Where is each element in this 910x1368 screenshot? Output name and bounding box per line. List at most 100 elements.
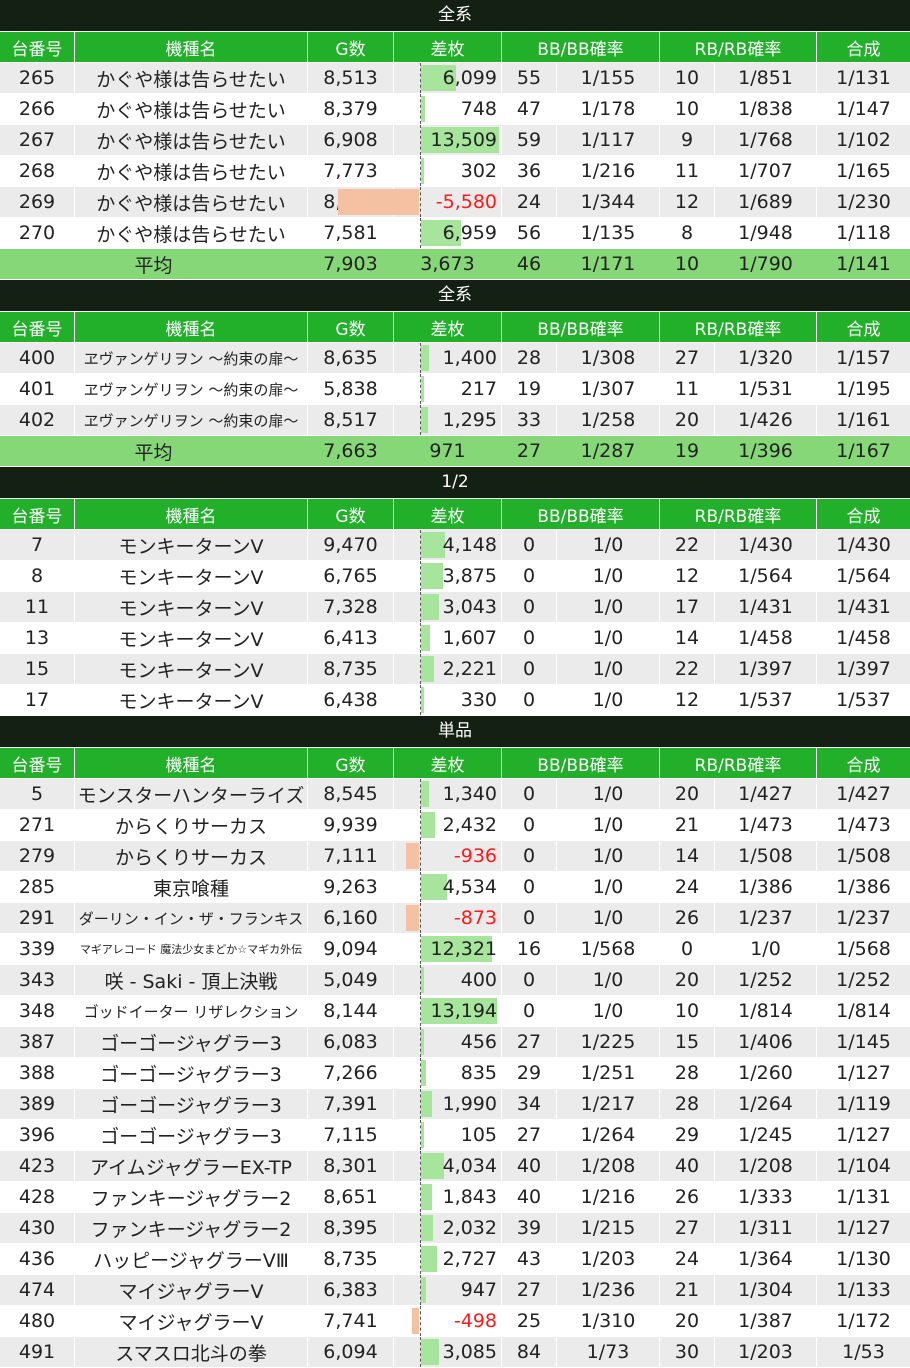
header-bb: BB/BB確率: [502, 748, 660, 778]
game-count-cell: 6,765: [308, 561, 394, 591]
average-row: 平均 7,663 971 27 1/287 19 1/396 1/167: [0, 436, 910, 467]
game-count-cell: 8,513: [308, 63, 394, 93]
coin-difference-cell: 4,534: [394, 872, 502, 902]
bb-count-cell: 34: [502, 1089, 557, 1119]
rb-count-cell: 29: [660, 1120, 715, 1150]
average-diff: 3,673: [394, 249, 502, 279]
bb-probability-cell: 1/0: [557, 530, 660, 560]
average-bb: 46: [502, 249, 557, 279]
machine-number-cell: 5: [0, 779, 75, 809]
header-game-count: G数: [308, 499, 394, 529]
combined-probability-cell: 1/252: [836, 969, 891, 991]
coin-difference-cell: 1,295: [394, 405, 502, 435]
combined-probability-cell: 1/102: [836, 129, 891, 151]
rb-count-cell: 21: [660, 810, 715, 840]
machine-name-cell: ゴーゴージャグラー3: [75, 1120, 308, 1150]
machine-number-cell: 491: [0, 1337, 75, 1367]
coin-difference-cell: 2,432: [394, 810, 502, 840]
machine-number-cell: 474: [0, 1275, 75, 1305]
machine-name-text: ファンキージャグラー2: [90, 1187, 292, 1210]
bb-count-cell: 59: [502, 125, 557, 155]
machine-name-cell: かぐや様は告らせたい: [75, 94, 308, 124]
game-count-cell: 7,266: [308, 1058, 394, 1088]
zero-line: [420, 1306, 421, 1336]
diff-value: 302: [460, 160, 497, 182]
average-bb: 27: [502, 436, 557, 466]
coin-difference-cell: 1,340: [394, 779, 502, 809]
diff-value: 4,034: [442, 1155, 497, 1177]
header-bb: BB/BB確率: [502, 32, 660, 62]
bb-count-cell: 0: [502, 685, 557, 715]
bb-count-cell: 0: [502, 592, 557, 622]
machine-name-cell: モンキーターンV: [75, 592, 308, 622]
average-rbp: 1/396: [715, 436, 817, 466]
header-combined: 合成: [846, 319, 881, 340]
header-machine-number: 台番号: [0, 499, 75, 529]
machine-name-cell: モンキーターンV: [75, 685, 308, 715]
rb-count-cell: 10: [660, 94, 715, 124]
average-diff: 971: [394, 436, 502, 466]
diff-bar: [421, 656, 434, 682]
machine-name-cell: ファンキージャグラー2: [75, 1213, 308, 1243]
diff-bar: [421, 345, 430, 371]
diff-value: 1,400: [442, 347, 497, 369]
machine-number-cell: 267: [0, 125, 75, 155]
game-count-cell: 7,581: [308, 218, 394, 248]
coin-difference-cell: 748: [394, 94, 502, 124]
bb-probability-cell: 1/178: [557, 94, 660, 124]
combined-probability-cell: 1/157: [836, 347, 891, 369]
coin-difference-cell: 1,990: [394, 1089, 502, 1119]
bb-probability-cell: 1/0: [557, 779, 660, 809]
rb-count-cell: 20: [660, 965, 715, 995]
table-row: 396 ゴーゴージャグラー3 7,115 105 27 1/264 29 1/245 1/127: [0, 1120, 910, 1151]
game-count-cell: 8,635: [308, 343, 394, 373]
diff-bar: [421, 1029, 424, 1055]
diff-value: -498: [453, 1310, 497, 1332]
machine-name-cell: マギアレコード 魔法少女まどか☆マギカ外伝: [75, 934, 308, 964]
rb-probability-cell: 1/537: [715, 685, 817, 715]
diff-bar: [421, 1060, 426, 1086]
combined-probability-cell: 1/564: [836, 565, 891, 587]
combined-probability-cell: 1/133: [836, 1279, 891, 1301]
header-machine-number: 台番号: [0, 312, 75, 342]
bb-probability-cell: 1/0: [557, 592, 660, 622]
bb-count-cell: 40: [502, 1182, 557, 1212]
diff-value: 456: [460, 1031, 497, 1053]
machine-number-cell: 11: [0, 592, 75, 622]
diff-value: -873: [453, 907, 497, 929]
bb-probability-cell: 1/308: [557, 343, 660, 373]
game-count-cell: 8,545: [308, 779, 394, 809]
bb-count-cell: 0: [502, 810, 557, 840]
bb-count-cell: 29: [502, 1058, 557, 1088]
rb-count-cell: 30: [660, 1337, 715, 1367]
machine-name-cell: かぐや様は告らせたい: [75, 156, 308, 186]
coin-difference-cell: 2,032: [394, 1213, 502, 1243]
average-label: 平均: [0, 249, 308, 279]
table-row: 348 ゴッドイーター リザレクション 8,144 13,194 0 1/0 10 1/814…: [0, 996, 910, 1027]
game-count-cell: 9,094: [308, 934, 394, 964]
diff-bar: [421, 1184, 432, 1210]
game-count-cell: 8,651: [308, 1182, 394, 1212]
bb-count-cell: 0: [502, 872, 557, 902]
machine-number-cell: 17: [0, 685, 75, 715]
machine-name-cell: ファンキージャグラー2: [75, 1182, 308, 1212]
section-title: 全系: [0, 0, 910, 32]
machine-name-cell: ゴーゴージャグラー3: [75, 1058, 308, 1088]
bb-probability-cell: 1/217: [557, 1089, 660, 1119]
zero-line: [420, 903, 421, 933]
machine-name-text: モンスターハンターライズ: [77, 784, 305, 807]
coin-difference-cell: 3,043: [394, 592, 502, 622]
bb-count-cell: 19: [502, 374, 557, 404]
coin-difference-cell: 2,727: [394, 1244, 502, 1274]
machine-name-cell: マイジャグラーV: [75, 1275, 308, 1305]
coin-difference-cell: -873: [394, 903, 502, 933]
table-row: 388 ゴーゴージャグラー3 7,266 835 29 1/251 28 1/260 1/127: [0, 1058, 910, 1089]
machine-name-cell: からくりサーカス: [75, 841, 308, 871]
coin-difference-cell: 947: [394, 1275, 502, 1305]
average-games: 7,663: [308, 436, 394, 466]
bb-count-cell: 27: [502, 1275, 557, 1305]
diff-bar: [421, 563, 444, 589]
table-row: 17 モンキーターンV 6,438 330 0 1/0 12 1/537 1/537: [0, 685, 910, 716]
game-count-cell: 8,517: [308, 405, 394, 435]
table-row: 5 モンスターハンターライズ 8,545 1,340 0 1/0 20 1/427 1/427: [0, 779, 910, 810]
